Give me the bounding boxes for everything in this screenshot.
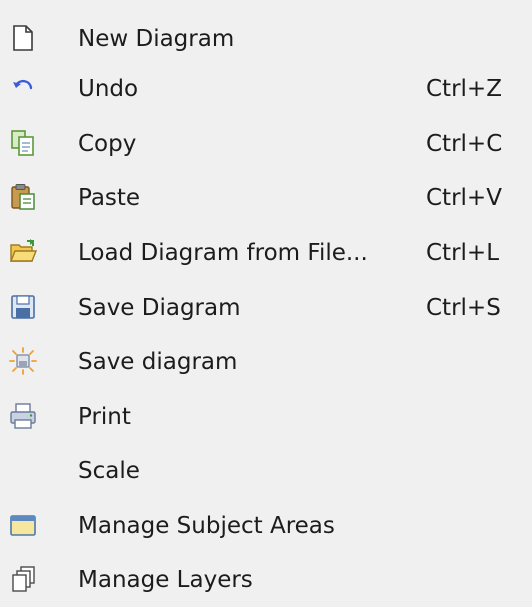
menu-item-shortcut: Ctrl+S: [426, 295, 501, 321]
paste-icon: [8, 182, 38, 212]
floppy-disk-icon: [8, 292, 38, 322]
menu-item-new-diagram[interactable]: New Diagram: [0, 12, 532, 66]
menu-item-shortcut: Ctrl+Z: [426, 76, 502, 102]
undo-icon: [8, 73, 38, 103]
menu-item-label: Manage Layers: [78, 567, 253, 593]
menu-item-scale[interactable]: Scale: [0, 444, 532, 498]
menu-item-label: Print: [78, 404, 131, 430]
menu-item-label: Save Diagram: [78, 295, 241, 321]
menu-item-shortcut: Ctrl+L: [426, 240, 500, 266]
window-icon: [8, 510, 38, 540]
menu-item-label: Copy: [78, 131, 137, 157]
layers-icon: [8, 564, 38, 594]
menu-item-manage-layers[interactable]: Manage Layers: [0, 553, 532, 607]
menu-item-save-diagram-image[interactable]: Save diagram: [0, 335, 532, 389]
menu-item-label: Save diagram: [78, 349, 238, 375]
menu-item-label: Paste: [78, 185, 141, 211]
menu-item-save-diagram[interactable]: Save Diagram Ctrl+S: [0, 281, 532, 335]
printer-icon: [8, 401, 38, 431]
copy-icon: [8, 128, 38, 158]
menu-item-undo[interactable]: Undo Ctrl+Z: [0, 62, 532, 116]
new-document-icon: [8, 23, 38, 53]
menu-item-shortcut: Ctrl+V: [426, 185, 502, 211]
menu-item-shortcut: Ctrl+C: [426, 131, 503, 157]
context-menu: New Diagram Undo Ctrl+Z Copy Ctrl+C Past…: [0, 0, 532, 603]
open-folder-icon: [8, 237, 38, 267]
menu-item-label: Manage Subject Areas: [78, 513, 335, 539]
menu-item-manage-subject-areas[interactable]: Manage Subject Areas: [0, 499, 532, 553]
menu-item-copy[interactable]: Copy Ctrl+C: [0, 117, 532, 171]
menu-item-label: Load Diagram from File...: [78, 240, 368, 266]
menu-item-label: Undo: [78, 76, 139, 102]
menu-item-label: New Diagram: [78, 26, 235, 52]
menu-item-print[interactable]: Print: [0, 390, 532, 444]
menu-item-label: Scale: [78, 458, 140, 484]
menu-item-load-diagram[interactable]: Load Diagram from File... Ctrl+L: [0, 226, 532, 280]
save-image-icon: [8, 346, 38, 376]
menu-item-paste[interactable]: Paste Ctrl+V: [0, 171, 532, 225]
